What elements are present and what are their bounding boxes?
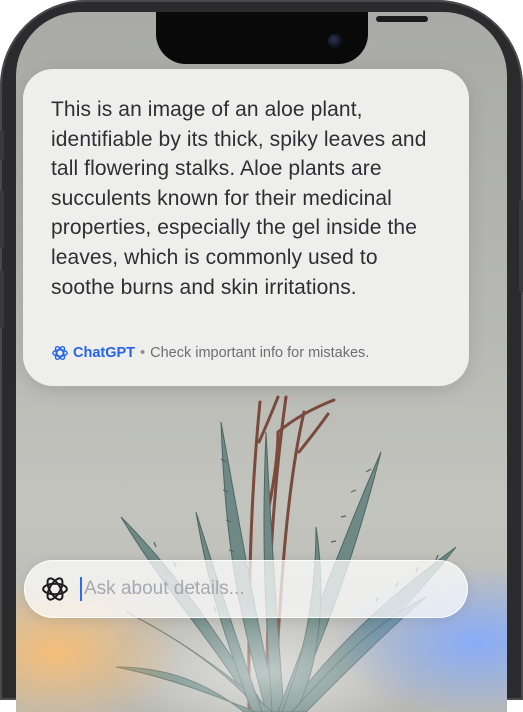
disclaimer-text: Check important info for mistakes. bbox=[150, 345, 370, 361]
footer-separator: • bbox=[140, 345, 146, 361]
notch bbox=[156, 12, 428, 64]
response-text: This is an image of an aloe plant, ident… bbox=[51, 98, 427, 299]
card-footer: ChatGPT • Check important info for mista… bbox=[51, 344, 369, 362]
phone-device: This is an image of an aloe plant, ident… bbox=[0, 0, 523, 712]
chatgpt-logo-icon bbox=[52, 345, 68, 361]
front-camera-icon bbox=[328, 34, 342, 48]
volume-up-button bbox=[0, 190, 4, 248]
chatgpt-logo-icon bbox=[42, 577, 68, 601]
ai-glow-overlay bbox=[16, 532, 507, 712]
mute-switch bbox=[0, 130, 4, 160]
volume-down-button bbox=[0, 270, 4, 328]
response-card: This is an image of an aloe plant, ident… bbox=[23, 69, 469, 386]
ask-bar[interactable] bbox=[24, 560, 468, 618]
brand-name: ChatGPT bbox=[73, 345, 136, 361]
earpiece-speaker bbox=[376, 16, 428, 22]
power-button bbox=[519, 200, 523, 292]
ask-input[interactable] bbox=[84, 578, 444, 600]
text-caret bbox=[80, 577, 82, 601]
